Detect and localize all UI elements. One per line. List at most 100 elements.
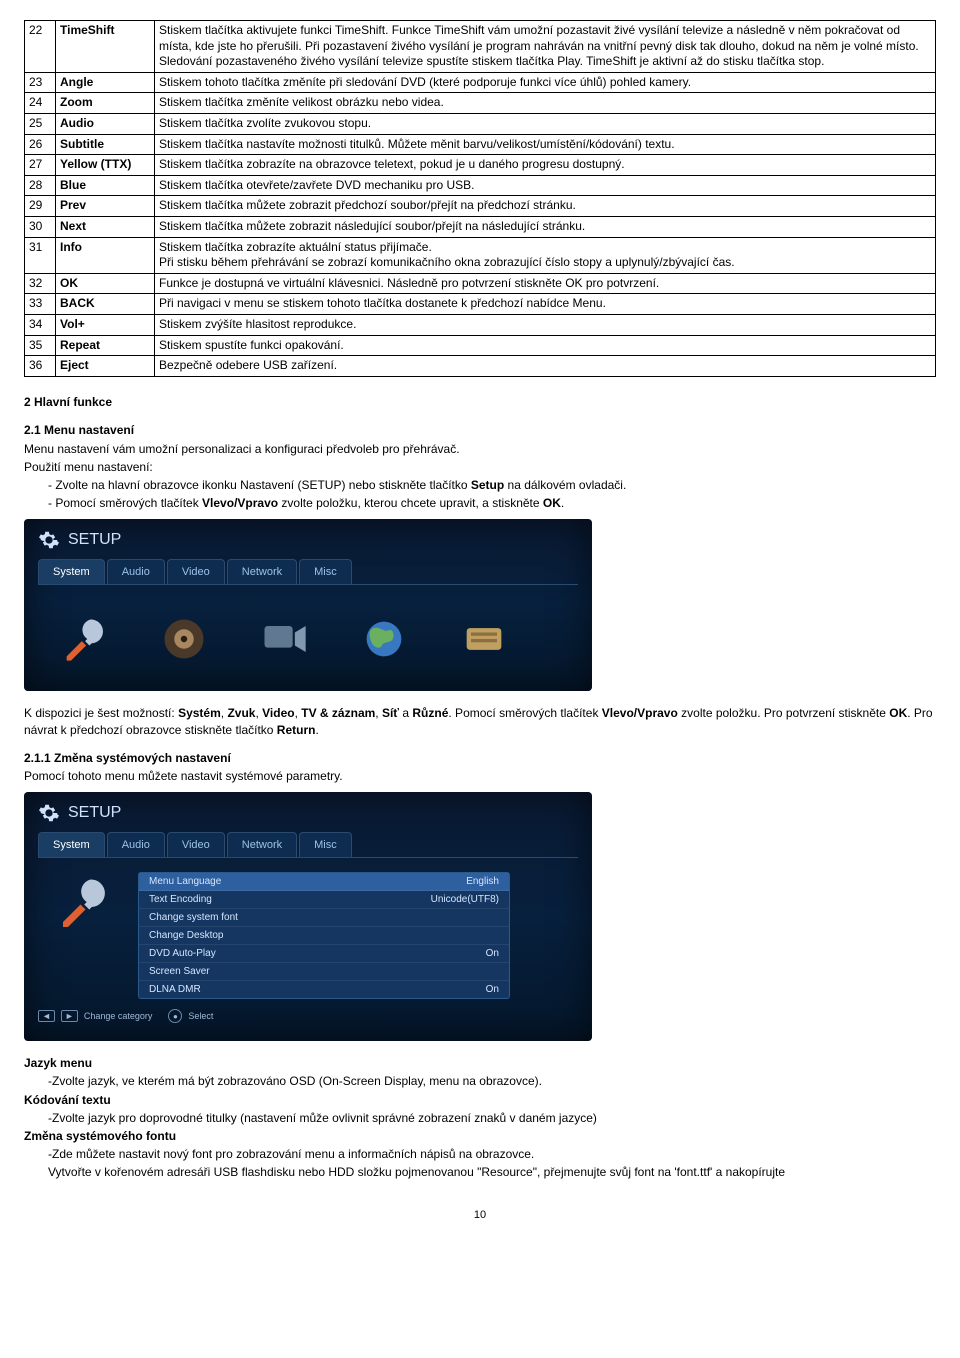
- row-name: Next: [56, 216, 155, 237]
- row-name: Repeat: [56, 335, 155, 356]
- video-icon: [248, 609, 320, 669]
- row-number: 24: [25, 93, 56, 114]
- definitions-table: 22TimeShiftStiskem tlačítka aktivujete f…: [24, 20, 936, 377]
- font-body-2: Vytvořte v kořenovém adresáři USB flashd…: [48, 1164, 936, 1180]
- row-number: 31: [25, 237, 56, 273]
- gear-icon: [38, 529, 60, 551]
- row-number: 33: [25, 294, 56, 315]
- row-number: 22: [25, 21, 56, 73]
- row-desc: Funkce je dostupná ve virtuální klávesni…: [155, 273, 936, 294]
- row-name: Angle: [56, 72, 155, 93]
- row-name: TimeShift: [56, 21, 155, 73]
- lang-title: Jazyk menu: [24, 1055, 936, 1071]
- row-number: 25: [25, 113, 56, 134]
- settings-row[interactable]: Screen Saver: [139, 963, 509, 981]
- row-name: Audio: [56, 113, 155, 134]
- gear-icon: [38, 802, 60, 824]
- row-name: BACK: [56, 294, 155, 315]
- tab-audio[interactable]: Audio: [107, 832, 165, 857]
- tab-misc[interactable]: Misc: [299, 559, 352, 584]
- row-name: Eject: [56, 356, 155, 377]
- row-name: Info: [56, 237, 155, 273]
- row-name: OK: [56, 273, 155, 294]
- row-number: 28: [25, 175, 56, 196]
- settings-row[interactable]: Text EncodingUnicode(UTF8): [139, 891, 509, 909]
- ok-hint-icon: ●: [168, 1009, 182, 1023]
- row-desc: Stiskem tlačítka zobrazíte na obrazovce …: [155, 155, 936, 176]
- row-name: Subtitle: [56, 134, 155, 155]
- table-row: 35RepeatStiskem spustíte funkci opakován…: [25, 335, 936, 356]
- font-body-1: -Zde můžete nastavit nový font pro zobra…: [48, 1146, 936, 1162]
- enc-title: Kódování textu: [24, 1092, 936, 1108]
- row-name: Blue: [56, 175, 155, 196]
- settings-row-label: Menu Language: [149, 876, 221, 887]
- settings-row-label: Change system font: [149, 912, 238, 923]
- row-number: 34: [25, 314, 56, 335]
- row-number: 27: [25, 155, 56, 176]
- bullet-arrows: - Pomocí směrových tlačítek Vlevo/Vpravo…: [48, 495, 936, 511]
- tab-network[interactable]: Network: [227, 559, 297, 584]
- table-row: 27Yellow (TTX)Stiskem tlačítka zobrazíte…: [25, 155, 936, 176]
- settings-row[interactable]: Change system font: [139, 909, 509, 927]
- table-row: 34Vol+Stiskem zvýšíte hlasitost reproduk…: [25, 314, 936, 335]
- table-row: 24ZoomStiskem tlačítka změníte velikost …: [25, 93, 936, 114]
- setup2-title: SETUP: [68, 804, 121, 822]
- tab-misc[interactable]: Misc: [299, 832, 352, 857]
- tab-system[interactable]: System: [38, 832, 105, 857]
- table-row: 30NextStiskem tlačítka můžete zobrazit n…: [25, 216, 936, 237]
- setup-screenshot-1: SETUP SystemAudioVideoNetworkMisc: [24, 519, 592, 691]
- row-number: 23: [25, 72, 56, 93]
- row-desc: Bezpečně odebere USB zařízení.: [155, 356, 936, 377]
- page-number: 10: [24, 1209, 936, 1221]
- para-menu-intro: Menu nastavení vám umožní personalizaci …: [24, 441, 936, 457]
- para-usage-label: Použití menu nastavení:: [24, 459, 936, 475]
- row-name: Yellow (TTX): [56, 155, 155, 176]
- table-row: 32OKFunkce je dostupná ve virtuální kláv…: [25, 273, 936, 294]
- row-desc: Stiskem tlačítka aktivujete funkci TimeS…: [155, 21, 936, 73]
- section-2-1-1-body: Pomocí tohoto menu můžete nastavit systé…: [24, 768, 936, 784]
- row-desc: Stiskem tlačítka zvolíte zvukovou stopu.: [155, 113, 936, 134]
- tools-icon: [38, 872, 128, 932]
- table-row: 33BACKPři navigaci v menu se stiskem toh…: [25, 294, 936, 315]
- table-row: 22TimeShiftStiskem tlačítka aktivujete f…: [25, 21, 936, 73]
- setup1-title: SETUP: [68, 531, 121, 549]
- row-desc: Stiskem tlačítka otevřete/zavřete DVD me…: [155, 175, 936, 196]
- tab-audio[interactable]: Audio: [107, 559, 165, 584]
- table-row: 31InfoStiskem tlačítka zobrazíte aktuáln…: [25, 237, 936, 273]
- row-number: 30: [25, 216, 56, 237]
- settings-row[interactable]: Menu LanguageEnglish: [139, 873, 509, 891]
- section-2-heading: 2 Hlavní funkce: [24, 395, 936, 409]
- row-desc: Stiskem tohoto tlačítka změníte při sled…: [155, 72, 936, 93]
- tab-video[interactable]: Video: [167, 559, 225, 584]
- tab-network[interactable]: Network: [227, 832, 297, 857]
- left-arrow-icon: ◄: [38, 1010, 55, 1022]
- row-number: 35: [25, 335, 56, 356]
- table-row: 29PrevStiskem tlačítka můžete zobrazit p…: [25, 196, 936, 217]
- font-title: Změna systémového fontu: [24, 1128, 936, 1144]
- settings-row[interactable]: Change Desktop: [139, 927, 509, 945]
- row-number: 36: [25, 356, 56, 377]
- bullet-setup: - Zvolte na hlavní obrazovce ikonku Nast…: [48, 477, 936, 493]
- setup1-tabs: SystemAudioVideoNetworkMisc: [38, 559, 578, 585]
- table-row: 26SubtitleStiskem tlačítka nastavíte mož…: [25, 134, 936, 155]
- right-arrow-icon: ►: [61, 1010, 78, 1022]
- setup1-title-row: SETUP: [38, 529, 578, 551]
- enc-body: -Zvolte jazyk pro doprovodné titulky (na…: [48, 1110, 936, 1126]
- row-name: Vol+: [56, 314, 155, 335]
- speaker-icon: [148, 609, 220, 669]
- tab-video[interactable]: Video: [167, 832, 225, 857]
- settings-row[interactable]: DVD Auto-PlayOn: [139, 945, 509, 963]
- row-desc: Stiskem zvýšíte hlasitost reprodukce.: [155, 314, 936, 335]
- settings-row-label: DLNA DMR: [149, 984, 201, 995]
- table-row: 28BlueStiskem tlačítka otevřete/zavřete …: [25, 175, 936, 196]
- tools-icon: [48, 609, 120, 669]
- settings-row-label: DVD Auto-Play: [149, 948, 216, 959]
- globe-icon: [348, 609, 420, 669]
- setup2-tabs: SystemAudioVideoNetworkMisc: [38, 832, 578, 858]
- table-row: 36EjectBezpečně odebere USB zařízení.: [25, 356, 936, 377]
- settings-row[interactable]: DLNA DMROn: [139, 981, 509, 998]
- row-desc: Stiskem tlačítka můžete zobrazit předcho…: [155, 196, 936, 217]
- row-desc: Stiskem tlačítka nastavíte možnosti titu…: [155, 134, 936, 155]
- setup1-icon-row: [38, 595, 578, 673]
- tab-system[interactable]: System: [38, 559, 105, 584]
